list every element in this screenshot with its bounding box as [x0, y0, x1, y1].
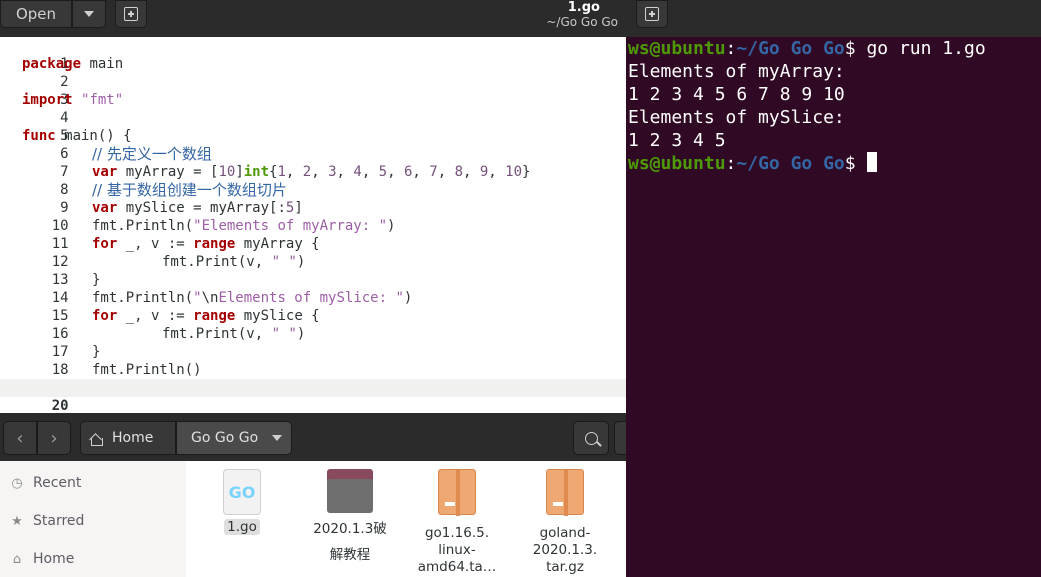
chevron-right-icon: ›: [50, 427, 58, 449]
code-line: 10 fmt.Println("Elements of myArray: "): [0, 199, 626, 234]
code-line: 17}: [0, 325, 626, 360]
open-button-label: Open: [15, 5, 57, 23]
sidebar-item-label: Home: [33, 551, 75, 567]
terminal-window[interactable]: ws@ubuntu:~/Go Go Go$ go run 1.go Elemen…: [626, 0, 1041, 577]
code-line: 11 for _, v := range myArray {: [0, 217, 626, 252]
new-tab-icon: [645, 7, 659, 21]
breadcrumb-folder-label: Go Go Go: [191, 430, 259, 446]
chevron-left-icon: ‹: [16, 427, 24, 449]
file-item-1-go[interactable]: GO 1.go: [192, 469, 292, 536]
code-line: 4: [0, 91, 626, 126]
sidebar-item-label: Recent: [33, 475, 82, 491]
sidebar-item-starred[interactable]: ★ Starred: [10, 511, 84, 531]
places-sidebar: ◷ Recent ★ Starred ⌂ Home: [0, 461, 186, 577]
home-icon: [89, 432, 103, 446]
terminal-prompt-line: ws@ubuntu:~/Go Go Go$: [628, 152, 1041, 175]
file-name: 2020.1.3破 解教程: [313, 521, 387, 564]
new-document-button[interactable]: [115, 0, 147, 28]
terminal-output[interactable]: ws@ubuntu:~/Go Go Go$ go run 1.go Elemen…: [628, 37, 1041, 175]
code-editor[interactable]: 1 package main 2 3 import "fmt" 4 5 func ma…: [0, 37, 626, 414]
file-name-line: linux-: [438, 542, 476, 558]
code-line: 12 fmt.Print(v, " "): [0, 235, 626, 270]
open-button[interactable]: Open: [0, 0, 72, 28]
search-icon: [584, 431, 598, 445]
terminal-output-line: 1 2 3 4 5: [628, 130, 726, 151]
code-line: 18 fmt.Println(): [0, 343, 626, 378]
file-name-line: go1.16.5.: [424, 525, 490, 541]
terminal-command: go run 1.go: [855, 38, 986, 59]
file-name-text: 1.go: [224, 519, 260, 535]
prompt-symbol: $: [844, 153, 856, 174]
files-headerbar: ‹ › Home Go Go Go: [0, 413, 634, 461]
new-terminal-tab-button[interactable]: [636, 0, 668, 28]
file-name: 1.go: [224, 519, 260, 536]
terminal-output-line: 1 2 3 4 5 6 7 8 9 10: [628, 84, 845, 105]
folder-icon: [327, 469, 373, 513]
file-item-go-archive[interactable]: go1.16.5. linux- amd64.ta…: [407, 469, 507, 576]
new-tab-icon: [124, 7, 138, 21]
file-item-goland-archive[interactable]: goland- 2020.1.3. tar.gz: [515, 469, 615, 576]
star-icon: ★: [11, 513, 23, 529]
file-name: goland- 2020.1.3. tar.gz: [533, 525, 597, 576]
file-name-line: goland-: [539, 525, 591, 541]
code-line: 5 func main() {: [0, 109, 626, 144]
prompt-symbol: $: [844, 38, 856, 59]
code-line: 3 import "fmt": [0, 73, 626, 108]
prompt-separator: :: [725, 38, 737, 59]
terminal-headerbar: [626, 0, 1041, 37]
code-line: 16 fmt.Print(v, " "): [0, 307, 626, 342]
document-title: 1.go: [567, 0, 600, 15]
file-grid: GO 1.go 2020.1.3破 解教程 go1.16.5. linux- a…: [186, 461, 626, 577]
code-line: 7 var myArray = [10]int{1, 2, 3, 4, 5, 6,…: [0, 145, 626, 180]
code-line: 9 var mySlice = myArray[:5]: [0, 181, 626, 216]
sidebar-item-home[interactable]: ⌂ Home: [10, 549, 74, 569]
current-code-line: 20: [0, 379, 626, 414]
code-line: 13}: [0, 253, 626, 288]
code-line: 14 fmt.Println("\nElements of mySlice: "): [0, 271, 626, 306]
back-button[interactable]: ‹: [3, 421, 37, 455]
file-manager-window: ‹ › Home Go Go Go ◷ Recent ★ Starred ⌂ H…: [0, 413, 634, 577]
clock-icon: ◷: [11, 475, 23, 491]
code-line: 15 for _, v := range mySlice {: [0, 289, 626, 324]
code-line: 8// 基于数组创建一个数组切片: [0, 163, 626, 199]
file-name-line: amd64.ta…: [417, 559, 497, 575]
file-name: go1.16.5. linux- amd64.ta…: [418, 525, 497, 576]
sidebar-item-label: Starred: [33, 513, 85, 529]
code-line: 6// 先定义一个数组: [0, 127, 626, 163]
breadcrumb-home-label: Home: [112, 430, 154, 446]
prompt-separator: :: [725, 153, 737, 174]
file-name-line: 2020.1.3.: [532, 542, 598, 558]
prompt-path: ~/Go Go Go: [736, 38, 845, 59]
terminal-output-line: Elements of mySlice:: [628, 107, 845, 128]
go-logo-text: GO: [228, 482, 256, 502]
text-editor-window: Open 1.go ~/Go Go Go 1 package main 2 3 im…: [0, 0, 626, 414]
prompt-path: ~/Go Go Go: [736, 153, 845, 174]
home-icon: ⌂: [12, 551, 22, 567]
go-file-icon: GO: [223, 469, 261, 515]
sidebar-item-recent[interactable]: ◷ Recent: [10, 473, 81, 493]
code-line: 19}: [0, 361, 626, 396]
chevron-down-icon: [84, 11, 94, 17]
file-name-line: tar.gz: [546, 559, 584, 575]
terminal-cursor: [867, 152, 878, 172]
archive-icon: [546, 469, 584, 516]
code-line: 2: [0, 55, 626, 90]
chevron-down-icon: [272, 435, 283, 441]
file-item-folder[interactable]: 2020.1.3破 解教程: [300, 469, 400, 564]
file-name-line: 解教程: [329, 547, 371, 563]
forward-button[interactable]: ›: [37, 421, 71, 455]
breadcrumb-home[interactable]: Home: [80, 421, 176, 455]
archive-icon: [438, 469, 476, 516]
editor-headerbar: Open 1.go ~/Go Go Go: [0, 0, 626, 37]
prompt-user: ws@ubuntu: [628, 38, 726, 59]
terminal-output-line: Elements of myArray:: [628, 61, 845, 82]
file-name-line: 2020.1.3破: [313, 521, 387, 537]
prompt-user: ws@ubuntu: [628, 153, 726, 174]
terminal-command-line: ws@ubuntu:~/Go Go Go$ go run 1.go: [628, 37, 1041, 60]
document-path: ~/Go Go Go: [546, 15, 618, 29]
open-recent-dropdown-button[interactable]: [72, 0, 106, 28]
search-button[interactable]: [573, 421, 609, 455]
breadcrumb-current-folder[interactable]: Go Go Go: [176, 421, 292, 455]
code-line: 1 package main: [0, 37, 626, 72]
